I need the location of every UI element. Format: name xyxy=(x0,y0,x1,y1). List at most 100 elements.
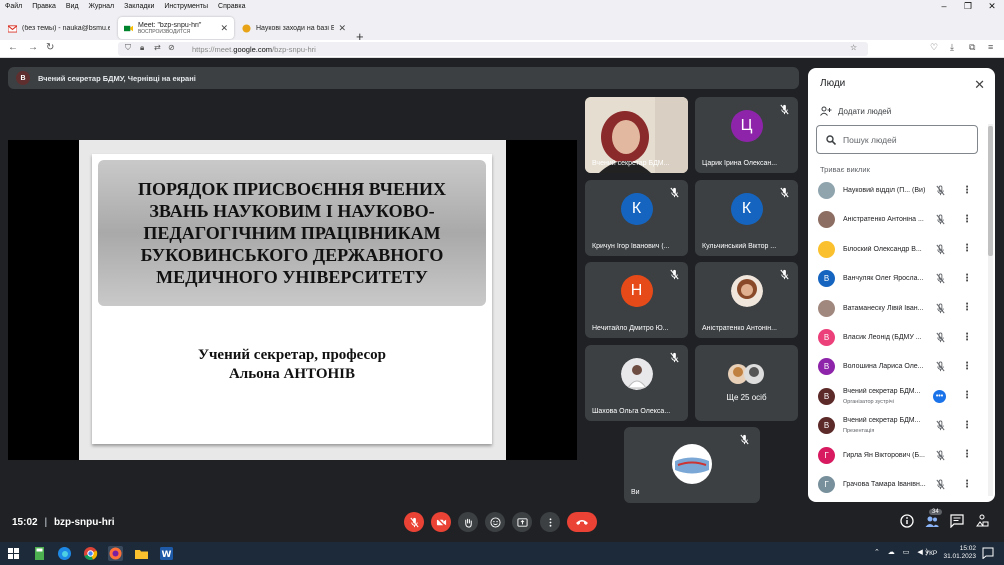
panel-scrollbar[interactable] xyxy=(988,124,993,496)
participant-tile[interactable]: К Кричун Ігор Іванович (... xyxy=(585,180,688,256)
participant-row[interactable]: В Волошина Лариса Оле... ⋮ xyxy=(808,352,988,381)
calculator-icon[interactable] xyxy=(32,546,47,561)
present-button[interactable] xyxy=(512,512,532,532)
participant-avatar: К xyxy=(620,192,653,225)
forward-icon[interactable]: → xyxy=(28,42,38,53)
edge-icon[interactable] xyxy=(57,546,72,561)
raise-hand-button[interactable] xyxy=(458,512,478,532)
more-vert-icon[interactable]: ⋮ xyxy=(962,332,972,343)
lock-icon[interactable]: 🔒︎ xyxy=(140,43,144,53)
file-explorer-icon[interactable] xyxy=(134,546,149,561)
participant-tile[interactable]: Вчений секретар БДМ... xyxy=(585,97,688,173)
people-icon[interactable] xyxy=(925,514,939,528)
participant-tile[interactable]: Ц Царик Ірина Олексан... xyxy=(695,97,798,173)
more-vert-icon[interactable]: ⋮ xyxy=(962,450,972,460)
firefox-icon[interactable] xyxy=(108,546,123,561)
taskbar-clock[interactable]: 15:02 31.01.2023 xyxy=(943,545,976,561)
maximize-icon[interactable]: ❐ xyxy=(956,0,980,12)
more-actions-active-icon[interactable]: ••• xyxy=(933,389,946,403)
back-icon[interactable]: ← xyxy=(8,42,18,53)
people-search-input[interactable]: Пошук людей xyxy=(816,125,978,154)
menu-item-history[interactable]: Журнал xyxy=(84,3,120,10)
participant-photo xyxy=(620,357,653,390)
menu-item-view[interactable]: Вид xyxy=(61,3,84,10)
bookmark-star-icon[interactable]: ☆ xyxy=(850,43,857,52)
tile-name: Вчений секретар БДМ... xyxy=(592,160,670,167)
tab-mail[interactable]: (без темы) - nauka@bsmu.edu xyxy=(2,17,116,39)
more-vert-icon[interactable]: ⋮ xyxy=(962,214,972,225)
tab-events[interactable]: Наукові заходи на базі БДМУ ✕ xyxy=(236,17,352,39)
notifications-icon[interactable] xyxy=(982,547,994,559)
leave-call-button[interactable] xyxy=(567,512,597,532)
permissions-icon[interactable]: ⇄ xyxy=(154,43,161,52)
chrome-icon[interactable] xyxy=(83,546,98,561)
participant-row[interactable]: Ватаманеску Лівій Іван... ⋮ xyxy=(808,294,988,323)
meeting-info: 15:02 | bzp-snpu-hri xyxy=(12,517,115,528)
more-participants-tile[interactable]: Ще 25 осіб xyxy=(695,345,798,421)
extensions-icon[interactable]: ⧉ xyxy=(969,42,975,53)
toggle-mic-button[interactable] xyxy=(404,512,424,532)
more-vert-icon[interactable]: ⋮ xyxy=(962,391,972,401)
participant-row[interactable]: В Ванчуляк Олег Яросла... ⋮ xyxy=(808,264,988,293)
more-vert-icon[interactable]: ⋮ xyxy=(962,420,972,431)
close-tab-icon[interactable]: ✕ xyxy=(220,23,228,34)
self-tile[interactable]: Ви xyxy=(624,427,760,503)
participant-tile[interactable]: Н Нечитайло Дмитро Ю... xyxy=(585,262,688,338)
participant-avatar xyxy=(818,240,835,258)
downloads-icon[interactable]: ⤓ xyxy=(950,42,954,53)
participant-tile[interactable]: Шахова Ольга Олекса... xyxy=(585,345,688,421)
menu-item-tools[interactable]: Инструменты xyxy=(159,3,213,10)
more-vert-icon[interactable]: ⋮ xyxy=(962,185,972,196)
toggle-camera-button[interactable] xyxy=(431,512,451,532)
participant-row[interactable]: Г Грачова Тамара Іванівн... ⋮ xyxy=(808,470,988,499)
participant-row[interactable]: В Власик Леонід (БДМУ ... ⋮ xyxy=(808,323,988,352)
close-window-icon[interactable]: ✕ xyxy=(980,0,1004,12)
mic-off-icon xyxy=(409,517,419,527)
minimize-icon[interactable]: – xyxy=(932,0,956,12)
word-icon[interactable]: W xyxy=(159,546,174,561)
participant-avatar xyxy=(818,182,835,199)
address-bar[interactable]: ⛉ 🔒︎ ⇄ ⊘ https://meet. google.com/bzp-snp… xyxy=(118,42,868,56)
participant-row[interactable]: Білоский Олександр В... ⋮ xyxy=(808,235,988,264)
participant-row[interactable]: Аністратенко Антоніна ... ⋮ xyxy=(808,205,988,234)
participant-row[interactable]: Науковий відділ (П... (Ви) ⋮ xyxy=(808,176,988,205)
menu-item-file[interactable]: Файл xyxy=(0,3,27,10)
tab-meet[interactable]: Meet: "bzp-snpu-hri" ВОСПРОИЗВОДИТСЯ ✕ xyxy=(118,17,234,39)
participant-row[interactable]: В Вчений секретар БДМ... Організатор зустр… xyxy=(808,382,988,411)
more-vert-icon[interactable]: ⋮ xyxy=(962,273,972,284)
system-tray-icons[interactable]: ⌃ ☁ ▭ ◀) xyxy=(874,548,931,556)
reload-icon[interactable]: ↻ xyxy=(46,42,54,53)
chat-icon[interactable] xyxy=(950,514,964,528)
participant-tile[interactable]: К Кульчинський Віктор ... xyxy=(695,180,798,256)
more-vert-icon[interactable]: ⋮ xyxy=(962,361,972,372)
more-vert-icon[interactable]: ⋮ xyxy=(962,479,972,490)
info-icon[interactable] xyxy=(900,514,914,528)
language-indicator[interactable]: УКР xyxy=(925,550,937,557)
participant-tile[interactable]: Аністратенко Антонін... xyxy=(695,262,798,338)
more-vert-icon[interactable]: ⋮ xyxy=(962,244,972,254)
shield-icon[interactable]: ⛉ xyxy=(125,43,131,53)
add-people-button[interactable]: Додати людей xyxy=(820,106,891,116)
activities-icon[interactable] xyxy=(975,514,989,528)
menu-item-bookmarks[interactable]: Закладки xyxy=(119,3,159,10)
windows-start-icon[interactable] xyxy=(6,546,21,561)
participant-avatar: Н xyxy=(620,274,653,307)
scrollbar-thumb[interactable] xyxy=(988,126,993,256)
participant-row[interactable]: Г Гирла Ян Вікторович (Б... ⋮ xyxy=(808,441,988,470)
pocket-icon[interactable]: ♡ xyxy=(930,42,938,53)
more-vert-icon[interactable]: ⋮ xyxy=(962,303,972,313)
tile-name: Нечитайло Дмитро Ю... xyxy=(592,325,669,332)
menu-item-help[interactable]: Справка xyxy=(213,3,250,10)
participant-row[interactable]: В Вчений секретар БДМ... Презентація ⋮ xyxy=(808,411,988,440)
more-options-button[interactable] xyxy=(540,512,560,532)
close-panel-icon[interactable]: ✕ xyxy=(974,77,985,93)
close-tab-icon[interactable]: ✕ xyxy=(338,23,346,34)
menu-item-edit[interactable]: Правка xyxy=(27,3,61,10)
mic-off-icon xyxy=(740,434,749,445)
search-placeholder: Пошук людей xyxy=(843,134,897,145)
tile-name: Кричун Ігор Іванович (... xyxy=(592,243,670,250)
app-menu-icon[interactable]: ≡ xyxy=(988,42,993,52)
camera-permission-icon[interactable]: ⊘ xyxy=(168,43,175,52)
people-count-badge: 34 xyxy=(929,509,942,515)
reactions-button[interactable] xyxy=(485,512,505,532)
